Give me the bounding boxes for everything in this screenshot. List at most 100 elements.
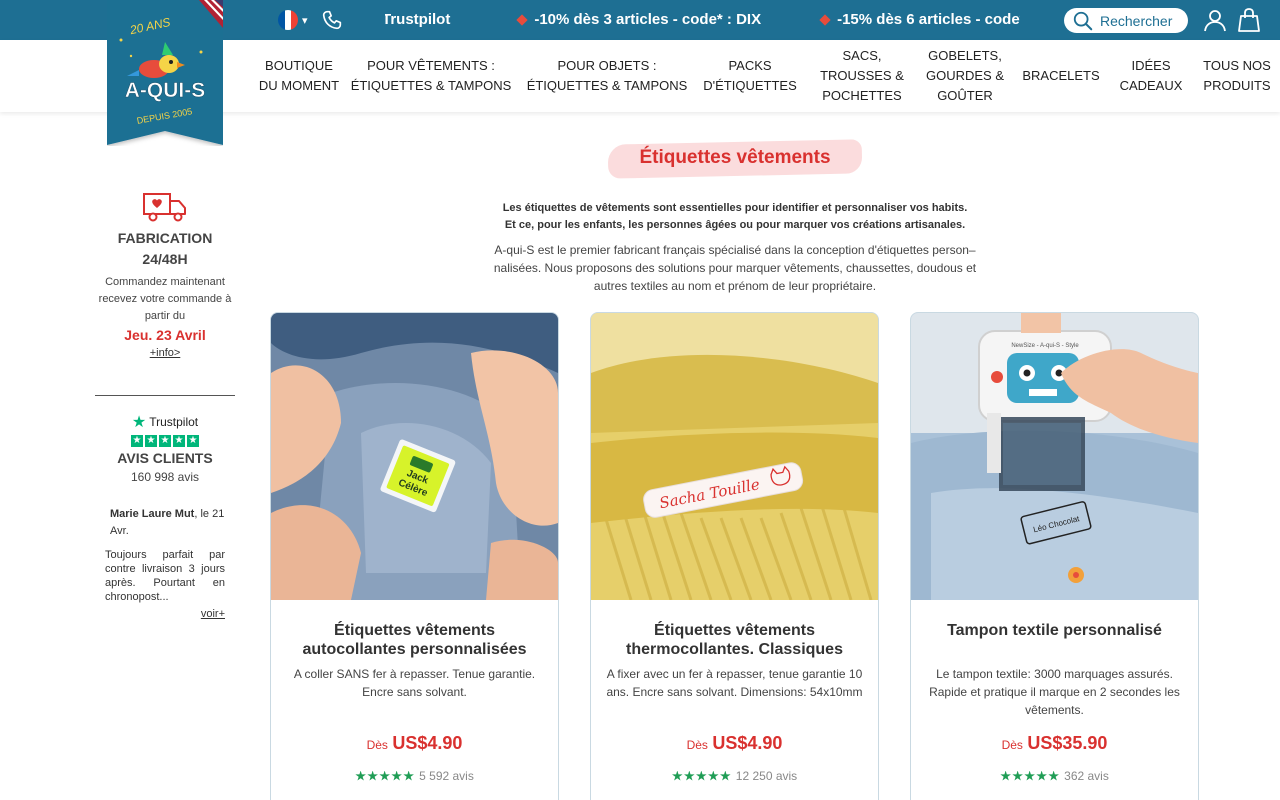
trustpilot-block[interactable]: ★ Trustpilot ★ ★ ★ ★ ★ AVIS CLIENTS 160 …: [95, 412, 235, 484]
account-icon[interactable]: [1203, 8, 1227, 32]
star-icon: ★: [145, 435, 157, 447]
product-card[interactable]: Sacha Touille Étiquettes vêtements therm…: [590, 312, 879, 800]
product-card[interactable]: Jack Célère Étiquettes vêtements autocol…: [270, 312, 559, 800]
product-price: Dès US$35.90: [911, 733, 1198, 754]
star-icon: [1024, 770, 1035, 781]
price-prefix: Dès: [686, 738, 708, 752]
product-price: Dès US$4.90: [591, 733, 878, 754]
product-rating[interactable]: 12 250 avis: [591, 769, 878, 783]
intro-bold-line: Et ce, pour les enfants, les personnes â…: [504, 219, 966, 231]
intro-bold: Les étiquettes de vêtements sont essenti…: [480, 200, 990, 234]
star-icon: [1000, 770, 1011, 781]
stamp-brand-text: NewSize - A-qui-S - Style: [1011, 343, 1079, 349]
ticker-text: -15% dès 6 articles - code* : QUINZE: [837, 11, 1020, 28]
intro-bold-line: Les étiquettes de vêtements sont essenti…: [502, 202, 968, 214]
nav-label: Packs d'étiquettes: [703, 58, 797, 93]
star-icon: ★: [131, 435, 143, 447]
nav-item-bracelets[interactable]: Bracelets: [1018, 40, 1104, 112]
fabrication-title: FABRICATION 24/48H: [117, 230, 213, 267]
nav-label: Idées cadeaux: [1119, 58, 1183, 93]
product-price: Dès US$4.90: [271, 733, 558, 754]
nav-item-cadeaux[interactable]: Idées cadeaux: [1114, 40, 1188, 112]
star-icon: [708, 770, 719, 781]
ticker-text: -10% dès 3 articles - code* : DIX: [534, 11, 762, 28]
price-value: US$4.90: [712, 733, 783, 753]
review-author-line: Marie Laure Mut, le 21 Avr.: [105, 506, 225, 540]
review-text: Toujours parfait par contre livraison 3 …: [105, 549, 225, 603]
star-icon: [696, 770, 707, 781]
trustpilot-logo: ★ Trustpilot: [95, 412, 235, 432]
product-description: A fixer avec un fer à repasser, tenue ga…: [606, 667, 863, 699]
price-value: US$35.90: [1027, 733, 1108, 753]
search-label: Rechercher: [1100, 12, 1173, 29]
delivery-info: FABRICATION 24/48H Commandez maintenant …: [95, 190, 235, 361]
delivery-info-link[interactable]: +info>: [150, 347, 181, 359]
star-icon: ★: [159, 435, 171, 447]
product-title[interactable]: Étiquettes vêtements autocollantes perso…: [281, 621, 548, 659]
nav-item-vetements[interactable]: Pour vêtements : étiquettes & tampons: [350, 40, 512, 112]
rating-stars: [355, 770, 414, 782]
star-icon: [391, 770, 402, 781]
nav-label: Pour objets : étiquettes & tampons: [526, 58, 688, 93]
star-icon: [684, 770, 695, 781]
reviews-title: AVIS CLIENTS: [117, 450, 213, 466]
star-icon: [379, 770, 390, 781]
nav-item-packs[interactable]: Packs d'étiquettes: [700, 40, 800, 112]
star-icon: [367, 770, 378, 781]
review-count: 362 avis: [1064, 769, 1109, 783]
cart-icon[interactable]: [1238, 8, 1260, 32]
search-icon: [1073, 11, 1093, 30]
price-prefix: Dès: [1001, 738, 1023, 752]
star-icon: ★: [173, 435, 185, 447]
logo-brand-text: A-QUI-S: [125, 79, 206, 102]
nav-label: Sacs, trousses & pochettes: [820, 48, 904, 103]
nav-label: Pour vêtements : étiquettes & tampons: [350, 58, 512, 93]
product-title[interactable]: Étiquettes vêtements thermocollantes. Cl…: [601, 621, 868, 659]
nav-item-gobelets[interactable]: Gobelets, gourdes & goûter: [922, 40, 1008, 112]
phone-icon[interactable]: [322, 10, 342, 30]
nav-item-tous-produits[interactable]: Tous nos produits: [1200, 40, 1274, 112]
ticker-item: -10% dès 3 articles - code* : DIX: [516, 11, 762, 28]
ticker-item: Trustpilot: [385, 11, 450, 28]
product-card[interactable]: NewSize - A-qui-S - Style Léo Chocolat T…: [910, 312, 1199, 800]
chevron-down-icon: ▾: [302, 14, 308, 27]
search-button[interactable]: Rechercher: [1064, 8, 1188, 33]
star-icon: ★: [187, 435, 199, 447]
product-image[interactable]: NewSize - A-qui-S - Style Léo Chocolat: [911, 313, 1198, 600]
price-prefix: Dès: [366, 738, 388, 752]
site-logo[interactable]: 20 ANS A-QUI-S DEPUIS 2005: [107, 0, 223, 146]
product-rating[interactable]: 5 592 avis: [271, 769, 558, 783]
review-count: 5 592 avis: [419, 769, 474, 783]
ticker-text: Trustpilot: [385, 11, 451, 28]
nav-item-boutique[interactable]: Boutique du moment: [258, 40, 340, 112]
rating-stars: [672, 770, 731, 782]
product-image[interactable]: Jack Célère: [271, 313, 558, 600]
reviews-count: 160 998 avis: [130, 470, 200, 484]
product-image[interactable]: Sacha Touille: [591, 313, 878, 600]
delivery-date: Jeu. 23 Avril: [124, 327, 206, 343]
star-icon: [720, 770, 731, 781]
product-description: Le tampon textile: 3000 marquages assuré…: [929, 667, 1180, 717]
review-author: Marie Laure Mut: [110, 508, 195, 520]
product-title[interactable]: Tampon textile personnalisé: [921, 621, 1188, 640]
nav-item-objets[interactable]: Pour objets : étiquettes & tampons: [526, 40, 688, 112]
ticker-item: -15% dès 6 articles - code* : QUINZE: [819, 11, 1020, 28]
nav-label: Boutique du moment: [258, 58, 340, 93]
diamond-icon: [516, 13, 528, 26]
nav-label: Bracelets: [1022, 68, 1100, 83]
fabrication-text: Commandez maintenant recevez votre comma…: [98, 276, 232, 322]
language-selector[interactable]: ▾: [278, 10, 308, 30]
star-icon: [1048, 770, 1059, 781]
delivery-truck-icon: [143, 193, 186, 222]
nav-item-sacs[interactable]: Sacs, trousses & pochettes: [812, 40, 912, 112]
intro-text: A-qui-S est le premier fabricant françai…: [493, 243, 977, 293]
product-description: A coller SANS fer à repasser. Tenue gara…: [293, 667, 536, 699]
star-icon: [1036, 770, 1047, 781]
star-icon: [672, 770, 683, 781]
product-rating[interactable]: 362 avis: [911, 769, 1198, 783]
nav-label: Gobelets, gourdes & goûter: [925, 48, 1004, 103]
sidebar-divider: [95, 395, 235, 396]
nav-label: Tous nos produits: [1203, 58, 1271, 93]
trustpilot-rating-stars: ★ ★ ★ ★ ★: [95, 435, 235, 447]
review-more-link[interactable]: voir+: [105, 606, 225, 623]
